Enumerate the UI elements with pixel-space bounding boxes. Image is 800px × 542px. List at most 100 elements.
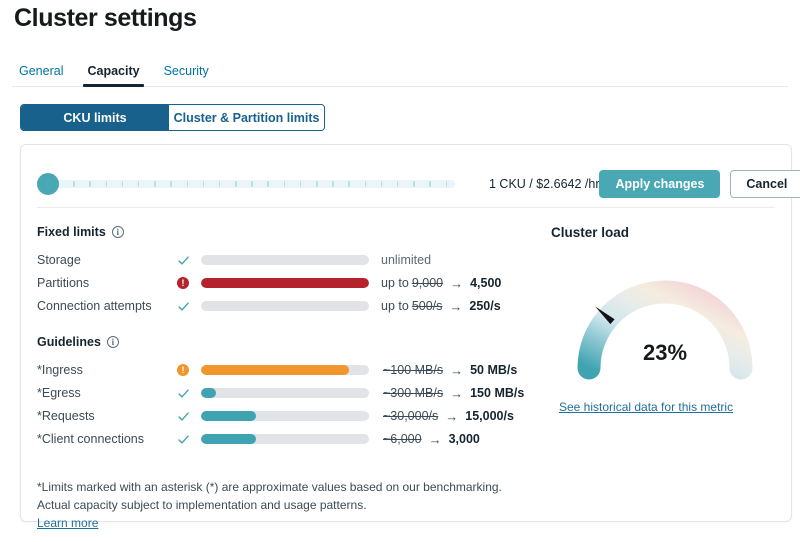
limit-label: Connection attempts (37, 299, 152, 313)
limit-label: *Requests (37, 409, 95, 423)
limit-label: Partitions (37, 276, 90, 290)
limit-label: *Ingress (37, 363, 83, 377)
slider-tick (186, 181, 188, 187)
limit-old-value: ~30,000/s (383, 409, 439, 423)
limit-new-value: 50 MB/s (470, 363, 518, 377)
tab-security[interactable]: Security (155, 64, 218, 86)
info-icon[interactable]: i (111, 226, 124, 238)
limit-values: unlimited (381, 253, 431, 267)
limit-old-value: ~6,000 (383, 432, 422, 446)
limits-mode-toggle[interactable]: CKU limits Cluster & Partition limits (20, 104, 325, 131)
limit-prefix: up to (381, 299, 409, 313)
arrow-icon: → (428, 431, 442, 447)
limit-new-value: 15,000/s (465, 409, 514, 423)
cku-slider[interactable] (37, 173, 455, 195)
limit-label: *Client connections (37, 432, 145, 446)
limit-old-value: ~300 MB/s (383, 386, 444, 400)
fixed-limits-title: Fixed limits (37, 225, 106, 239)
apply-changes-button[interactable]: Apply changes (599, 170, 721, 198)
guidelines-rows: *Ingress! ~100 MB/s → 50 MB/s *Egress ~300 MB… (37, 360, 529, 452)
limit-values: up to 9,000 → 4,500 (381, 276, 501, 291)
slider-tick (380, 181, 383, 187)
cluster-load-value: 23% (642, 340, 688, 365)
toggle-cku-limits[interactable]: CKU limits (21, 105, 169, 130)
check-icon (177, 300, 190, 313)
capacity-card: 1 CKU / $2.6642 /hr Apply changes Cancel… (20, 144, 800, 530)
limit-bar (201, 301, 369, 311)
arrow-icon: → (445, 408, 459, 424)
alert-icon: ! (177, 364, 189, 376)
cluster-load-column: Cluster load 23% See historical data for… (529, 208, 791, 452)
limit-status: ! (177, 277, 201, 289)
limit-row: *Client connections ~6,000 → 3,000 (37, 429, 529, 449)
limit-status (177, 433, 201, 446)
limit-values: ~100 MB/s → 50 MB/s (383, 363, 517, 378)
arrow-icon: → (449, 298, 463, 314)
limit-bar (201, 278, 369, 288)
guidelines-heading: Guidelines i (37, 335, 529, 349)
check-icon (177, 433, 190, 446)
slider-tick (202, 181, 205, 187)
footnote: *Limits marked with an asterisk (*) are … (37, 478, 791, 532)
limit-values: ~6,000 → 3,000 (383, 432, 480, 447)
limit-row: Storage unlimited (37, 250, 529, 270)
slider-thumb[interactable] (37, 173, 59, 195)
limit-value: unlimited (381, 253, 432, 267)
page-root: Cluster settings General Capacity Securi… (0, 3, 800, 530)
check-icon (177, 410, 190, 423)
check-icon (177, 254, 190, 267)
historical-data-link[interactable]: See historical data for this metric (559, 400, 733, 414)
limit-label: *Egress (37, 386, 81, 400)
limit-bar (201, 388, 369, 398)
limit-row: Connection attempts up to 500/s → 250/s (37, 296, 529, 316)
limit-status (177, 300, 201, 313)
limit-new-value: 250/s (469, 299, 501, 313)
limit-label: Storage (37, 253, 81, 267)
cancel-button[interactable]: Cancel (730, 170, 800, 198)
limit-old-value: 500/s (411, 299, 443, 313)
card-actions: Apply changes Cancel (599, 170, 800, 198)
slider-tick (332, 181, 334, 187)
page-title: Cluster settings (14, 4, 197, 32)
limit-new-value: 3,000 (448, 432, 480, 446)
slider-tick (121, 181, 124, 187)
arrow-icon: → (450, 362, 464, 378)
slider-tick (283, 181, 286, 187)
slider-tick (364, 181, 367, 187)
slider-ticks (57, 181, 447, 187)
info-icon[interactable]: i (106, 336, 119, 348)
slider-tick (251, 181, 253, 187)
tab-bar: General Capacity Security (12, 59, 788, 87)
tab-general[interactable]: General (14, 64, 72, 86)
tab-capacity[interactable]: Capacity (78, 64, 148, 87)
limit-status: ! (177, 364, 201, 376)
slider-tick (154, 181, 156, 187)
limit-bar (201, 255, 369, 265)
learn-more-link[interactable]: Learn more (37, 516, 98, 530)
slider-tick (316, 181, 318, 187)
limit-bar (201, 434, 369, 444)
historical-data-link-wrap: See historical data for this metric (559, 398, 791, 416)
limit-values: up to 500/s → 250/s (381, 299, 501, 314)
slider-tick (396, 181, 399, 187)
limits-column: Fixed limits i Storage unlimited Partition… (21, 208, 529, 452)
slider-tick (267, 181, 269, 187)
footnote-line-1: *Limits marked with an asterisk (*) are … (37, 480, 502, 494)
slider-tick (413, 181, 415, 187)
limit-values: ~30,000/s → 15,000/s (383, 409, 514, 424)
arrow-icon: → (450, 385, 464, 401)
limit-row: *Ingress! ~100 MB/s → 50 MB/s (37, 360, 529, 380)
limit-status (177, 387, 201, 400)
footnote-line-2: Actual capacity subject to implementatio… (37, 498, 367, 512)
slider-tick (89, 181, 91, 187)
toggle-cluster-partition-limits[interactable]: Cluster & Partition limits (169, 105, 324, 130)
slider-tick (105, 181, 108, 187)
limit-prefix: up to (381, 276, 409, 290)
slider-tick (429, 181, 431, 187)
slider-tick (137, 181, 140, 187)
fixed-limits-rows: Storage unlimited Partitions! up to 9,000 → 4,… (37, 250, 529, 319)
cku-slider-row: 1 CKU / $2.6642 /hr Apply changes Cancel (21, 145, 800, 207)
arrow-icon: → (450, 275, 464, 291)
limit-old-value: ~100 MB/s (383, 363, 444, 377)
limit-old-value: 9,000 (411, 276, 444, 290)
